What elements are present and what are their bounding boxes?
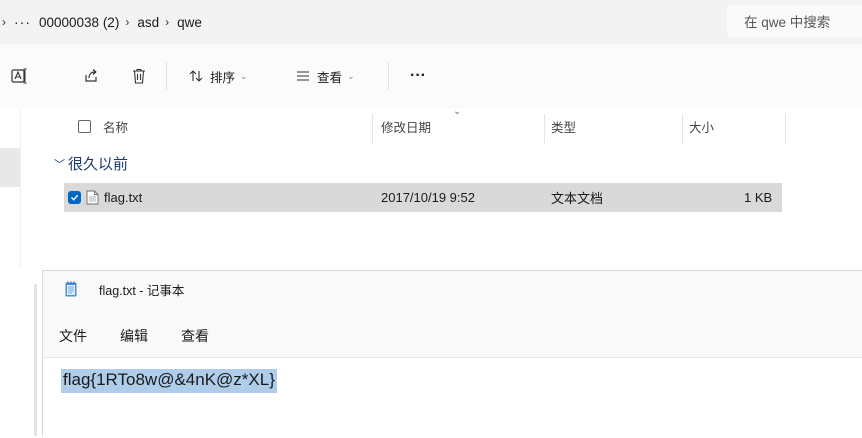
sort-icon	[189, 70, 203, 82]
breadcrumb[interactable]: › ··· 00000038 (2) › asd › qwe	[0, 0, 716, 44]
text-file-icon	[86, 183, 99, 212]
rename-button[interactable]	[10, 64, 28, 88]
chevron-down-icon: ﹀	[54, 158, 65, 171]
breadcrumb-item[interactable]: asd	[137, 15, 159, 30]
file-modified: 2017/10/19 9:52	[381, 190, 475, 205]
selected-text[interactable]: flag{1RTo8w@&4nK@z*XL}	[61, 369, 277, 393]
checkmark-icon	[68, 191, 81, 204]
view-button[interactable]: 查看 ⌄	[295, 64, 355, 88]
breadcrumb-item[interactable]: 00000038 (2)	[39, 15, 119, 30]
view-label: 查看	[317, 70, 343, 85]
column-divider[interactable]	[372, 114, 373, 144]
chevron-down-icon: ⌄	[240, 70, 248, 81]
menu-bar: 文件 编辑 查看	[59, 319, 242, 353]
notepad-icon	[65, 281, 77, 297]
table-row[interactable]: flag.txt 2017/10/19 9:52 文本文档 1 KB	[64, 183, 782, 212]
column-modified-label: 修改日期	[381, 120, 432, 135]
view-lines-icon	[297, 71, 309, 81]
sort-indicator-icon: ⌄	[453, 106, 462, 117]
file-size: 1 KB	[744, 190, 773, 205]
breadcrumb-overflow-button[interactable]: ···	[14, 14, 31, 30]
share-button[interactable]	[82, 64, 100, 88]
row-checkbox[interactable]	[68, 183, 81, 212]
sort-button[interactable]: 排序 ⌄	[188, 64, 248, 88]
column-divider[interactable]	[544, 114, 545, 144]
more-options-button[interactable]: ···	[410, 64, 426, 88]
window-shadow	[34, 284, 37, 436]
toolbar-divider	[166, 62, 167, 90]
notepad-titlebar[interactable]: flag.txt - 记事本	[43, 271, 862, 307]
menu-file[interactable]: 文件	[59, 326, 87, 346]
search-placeholder: 在 qwe 中搜索	[744, 15, 831, 30]
nav-divider	[20, 108, 21, 268]
column-name[interactable]: 名称	[78, 108, 128, 144]
chevron-right-icon: ›	[125, 15, 130, 29]
search-input[interactable]: 在 qwe 中搜索	[727, 5, 862, 37]
column-size[interactable]: 大小	[689, 108, 714, 144]
chevron-right-icon: ›	[165, 15, 170, 29]
column-name-label: 名称	[103, 120, 129, 135]
address-bar: › ··· 00000038 (2) › asd › qwe 在 qwe 中搜索	[0, 0, 862, 44]
column-modified[interactable]: 修改日期	[381, 108, 431, 144]
group-header[interactable]: ﹀ 很久以前	[54, 153, 128, 174]
column-header-row: 名称 修改日期 ⌄ 类型 大小	[42, 106, 862, 144]
menu-view[interactable]: 查看	[181, 326, 209, 346]
window-title: flag.txt - 记事本	[99, 283, 185, 298]
trash-icon	[133, 68, 145, 84]
select-all-checkbox[interactable]	[78, 119, 91, 133]
column-divider[interactable]	[785, 114, 786, 144]
chevron-right-icon: ›	[2, 15, 6, 29]
column-divider[interactable]	[682, 114, 683, 144]
notepad-window: flag.txt - 记事本 文件 编辑 查看 flag{1RTo8w@&4nK…	[42, 270, 862, 438]
nav-selected-item[interactable]	[0, 148, 20, 187]
text-editor[interactable]: flag{1RTo8w@&4nK@z*XL}	[43, 357, 862, 438]
breadcrumb-item[interactable]: qwe	[177, 15, 202, 30]
delete-button[interactable]	[130, 64, 148, 88]
file-name[interactable]: flag.txt	[104, 183, 142, 212]
command-bar: 排序 ⌄ 查看 ⌄ ···	[0, 44, 862, 109]
group-label: 很久以前	[68, 156, 129, 173]
chevron-down-icon: ⌄	[347, 70, 355, 81]
column-size-label: 大小	[689, 120, 715, 135]
column-type[interactable]: 类型	[551, 108, 576, 144]
toolbar-divider	[388, 62, 389, 90]
sort-label: 排序	[210, 70, 236, 85]
rename-icon	[11, 68, 27, 84]
file-list: 名称 修改日期 ⌄ 类型 大小 ﹀ 很久以前 flag.txt 2017/10/…	[42, 106, 862, 270]
share-icon	[85, 69, 97, 82]
column-type-label: 类型	[551, 120, 577, 135]
file-type: 文本文档	[551, 191, 604, 206]
menu-edit[interactable]: 编辑	[120, 326, 148, 346]
